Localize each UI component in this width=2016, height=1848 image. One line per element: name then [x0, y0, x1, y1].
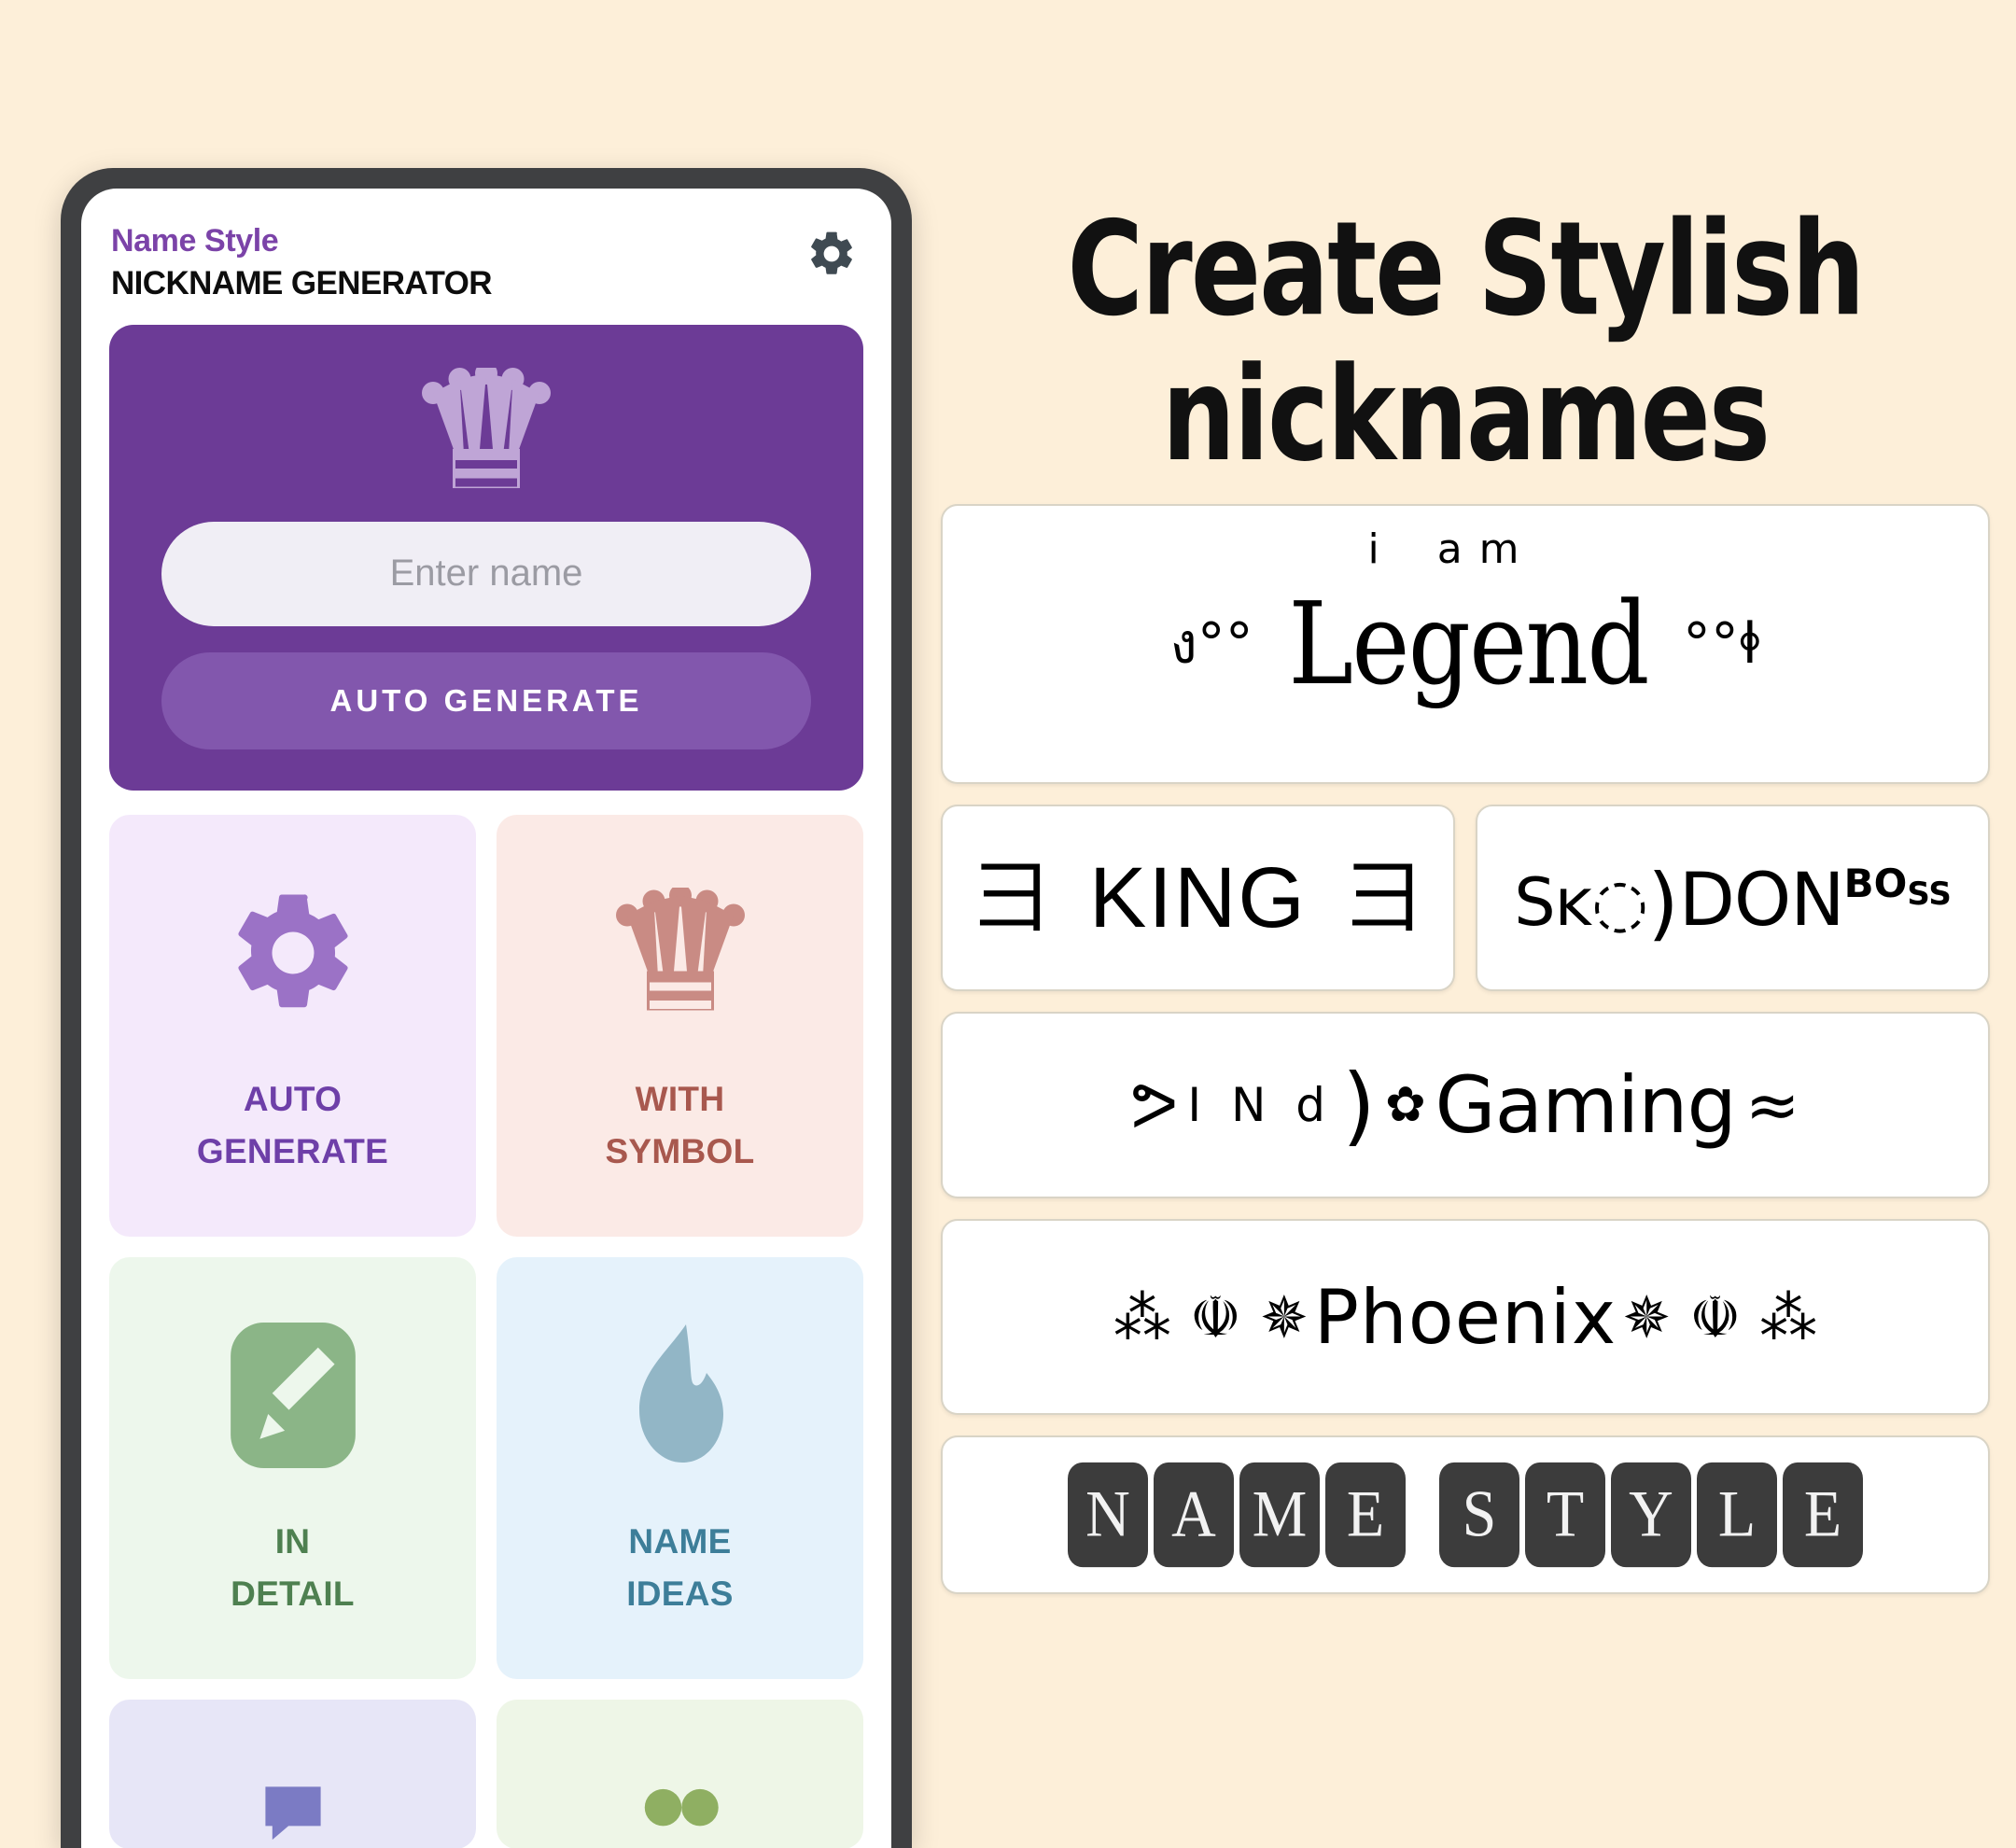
tile-label-line1: AUTO	[243, 1079, 343, 1118]
name-input[interactable]	[161, 521, 811, 626]
king-text: KING	[1089, 849, 1307, 945]
tile-label-line1: WITH	[635, 1079, 725, 1118]
phone-screen: Name Style NICKNAME GENERATOR Enter name…	[81, 189, 891, 1848]
app-title-block: Name Style NICKNAME GENERATOR	[111, 222, 493, 304]
legend-composition: i a m ง°° Legend °°ꬹ	[1169, 525, 1761, 711]
namestyle-letter-box: M	[1239, 1463, 1320, 1568]
flower-icon: ✿	[1384, 1077, 1426, 1134]
namestyle-letter-box: Y	[1611, 1463, 1691, 1568]
tile-label-line1: IN	[274, 1521, 311, 1561]
sample-card-skdon[interactable]: Sĸ ◌ ) DON BO SS	[1476, 805, 1990, 992]
tile-label: WITH SYMBOL	[605, 1073, 754, 1178]
namestyle-letter-box: E	[1325, 1463, 1406, 1568]
sample-card-gaming[interactable]: ᕗ I N d ) ✿ Gaming ≈	[941, 1012, 1990, 1199]
app-brand-name: Name Style	[111, 223, 279, 259]
gear-icon	[223, 874, 363, 1032]
headline-line-2: nicknames	[1161, 338, 1771, 491]
app-subtitle: NICKNAME GENERATOR	[111, 265, 493, 302]
gaming-text: Gaming	[1435, 1059, 1737, 1152]
dotted-circle-icon: ◌	[1591, 864, 1648, 942]
tile-auto-generate[interactable]: AUTO GENERATE	[109, 814, 476, 1237]
gear-icon[interactable]	[802, 224, 861, 284]
ornament-left-icon: ᕗ	[1130, 1067, 1179, 1144]
sample-card-king[interactable]: 彐 KING 彐	[941, 805, 1455, 992]
skdon-composition: Sĸ ◌ ) DON BO SS	[1514, 851, 1952, 950]
tile-in-detail[interactable]: IN DETAIL	[109, 1256, 476, 1679]
tile-label-line2: SYMBOL	[605, 1131, 755, 1170]
skdon-sup-a: BO	[1843, 861, 1908, 907]
legend-sup-left: i	[1367, 525, 1381, 574]
app-header: Name Style NICKNAME GENERATOR	[105, 213, 867, 304]
namestyle-letter-box: T	[1525, 1463, 1605, 1568]
tile-label-line2: GENERATE	[196, 1131, 389, 1170]
legend-superscripts: i a m	[1367, 525, 1520, 573]
skdon-part-b: DON	[1678, 859, 1845, 944]
crown-icon	[422, 367, 551, 488]
tile-label: AUTO GENERATE	[197, 1073, 388, 1178]
ornament-left-icon: ง°°	[1169, 611, 1253, 678]
chat-icon	[264, 1786, 321, 1840]
tile-row3-left[interactable]	[109, 1699, 476, 1848]
headline-line-1: Create Stylish	[1067, 192, 1866, 345]
namestyle-composition: NAME STYLE	[1068, 1463, 1863, 1568]
phone-mockup: Name Style NICKNAME GENERATOR Enter name…	[61, 168, 912, 1848]
tile-name-ideas[interactable]: NAME IDEAS	[497, 1256, 863, 1679]
ornament-left-icon: 彐	[972, 850, 1053, 945]
skdon-part-a: Sĸ	[1514, 864, 1592, 942]
crown-icon	[610, 874, 750, 1032]
ornament-right-icon: °°ꬹ	[1682, 611, 1761, 678]
curl-icon: )	[1342, 1055, 1376, 1155]
flame-icon	[624, 1316, 736, 1475]
sample-list: i a m ง°° Legend °°ꬹ 彐 KING 彐 Sĸ ◌) DON…	[941, 504, 1990, 1595]
tile-label-line1: NAME	[628, 1521, 732, 1561]
sample-card-namestyle[interactable]: NAME STYLE	[941, 1435, 1990, 1595]
showcase-panel: Create Stylish nicknames i a m ง°° Legen…	[941, 0, 2016, 1792]
namestyle-letter-box: N	[1068, 1463, 1148, 1568]
tile-row3-right[interactable]	[497, 1699, 863, 1848]
tile-with-symbol[interactable]: WITH SYMBOL	[497, 814, 863, 1237]
tile-label-line2: IDEAS	[626, 1574, 734, 1613]
namestyle-letter-box: E	[1783, 1463, 1863, 1568]
legend-sup-right: a m	[1436, 525, 1521, 574]
curl-icon: )	[1647, 857, 1679, 951]
skdon-sup-b: SS	[1907, 875, 1952, 914]
pencil-icon	[230, 1316, 357, 1475]
auto-generate-button[interactable]: AUTO GENERATE	[161, 651, 811, 749]
gaming-prefix: I N d	[1187, 1078, 1334, 1133]
ornament-right-icon: 彐	[1343, 850, 1424, 945]
sample-row-mid: 彐 KING 彐 Sĸ ◌ ) DON BO SS	[941, 805, 1990, 992]
wave-icon: ≈	[1744, 1067, 1800, 1144]
namestyle-letter-box: A	[1154, 1463, 1234, 1568]
legend-text: Legend	[1288, 578, 1649, 711]
namestyle-word-1: NAME	[1068, 1463, 1406, 1568]
sample-card-phoenix[interactable]: ⁂ ☫ ✵ Phoenix ✵ ☫ ⁂	[941, 1219, 1990, 1416]
phoenix-text: Phoenix	[1313, 1273, 1617, 1361]
namestyle-letter-box: L	[1697, 1463, 1777, 1568]
feature-tile-grid: AUTO GENERATE WITH SYMBOL IN DETAIL NAME…	[109, 814, 863, 1848]
hero-generator-card: AUTO GENERATE	[109, 324, 863, 791]
king-composition: 彐 KING 彐	[972, 849, 1424, 947]
sample-card-legend[interactable]: i a m ง°° Legend °°ꬹ	[941, 504, 1990, 785]
ornament-left-icon: ⁂ ☫ ✵	[1113, 1282, 1309, 1351]
people-icon	[644, 1788, 719, 1827]
tile-label-line2: DETAIL	[231, 1574, 355, 1613]
ornament-right-icon: ✵ ☫ ⁂	[1622, 1282, 1818, 1351]
namestyle-letter-box: S	[1439, 1463, 1519, 1568]
tile-label: NAME IDEAS	[626, 1516, 734, 1620]
tile-label: IN DETAIL	[231, 1516, 355, 1620]
namestyle-word-2: STYLE	[1439, 1463, 1863, 1568]
gaming-composition: ᕗ I N d ) ✿ Gaming ≈	[1131, 1056, 1800, 1155]
phoenix-composition: ⁂ ☫ ✵ Phoenix ✵ ☫ ⁂	[1113, 1274, 1817, 1361]
page-title: Create Stylish nicknames	[973, 196, 1959, 487]
